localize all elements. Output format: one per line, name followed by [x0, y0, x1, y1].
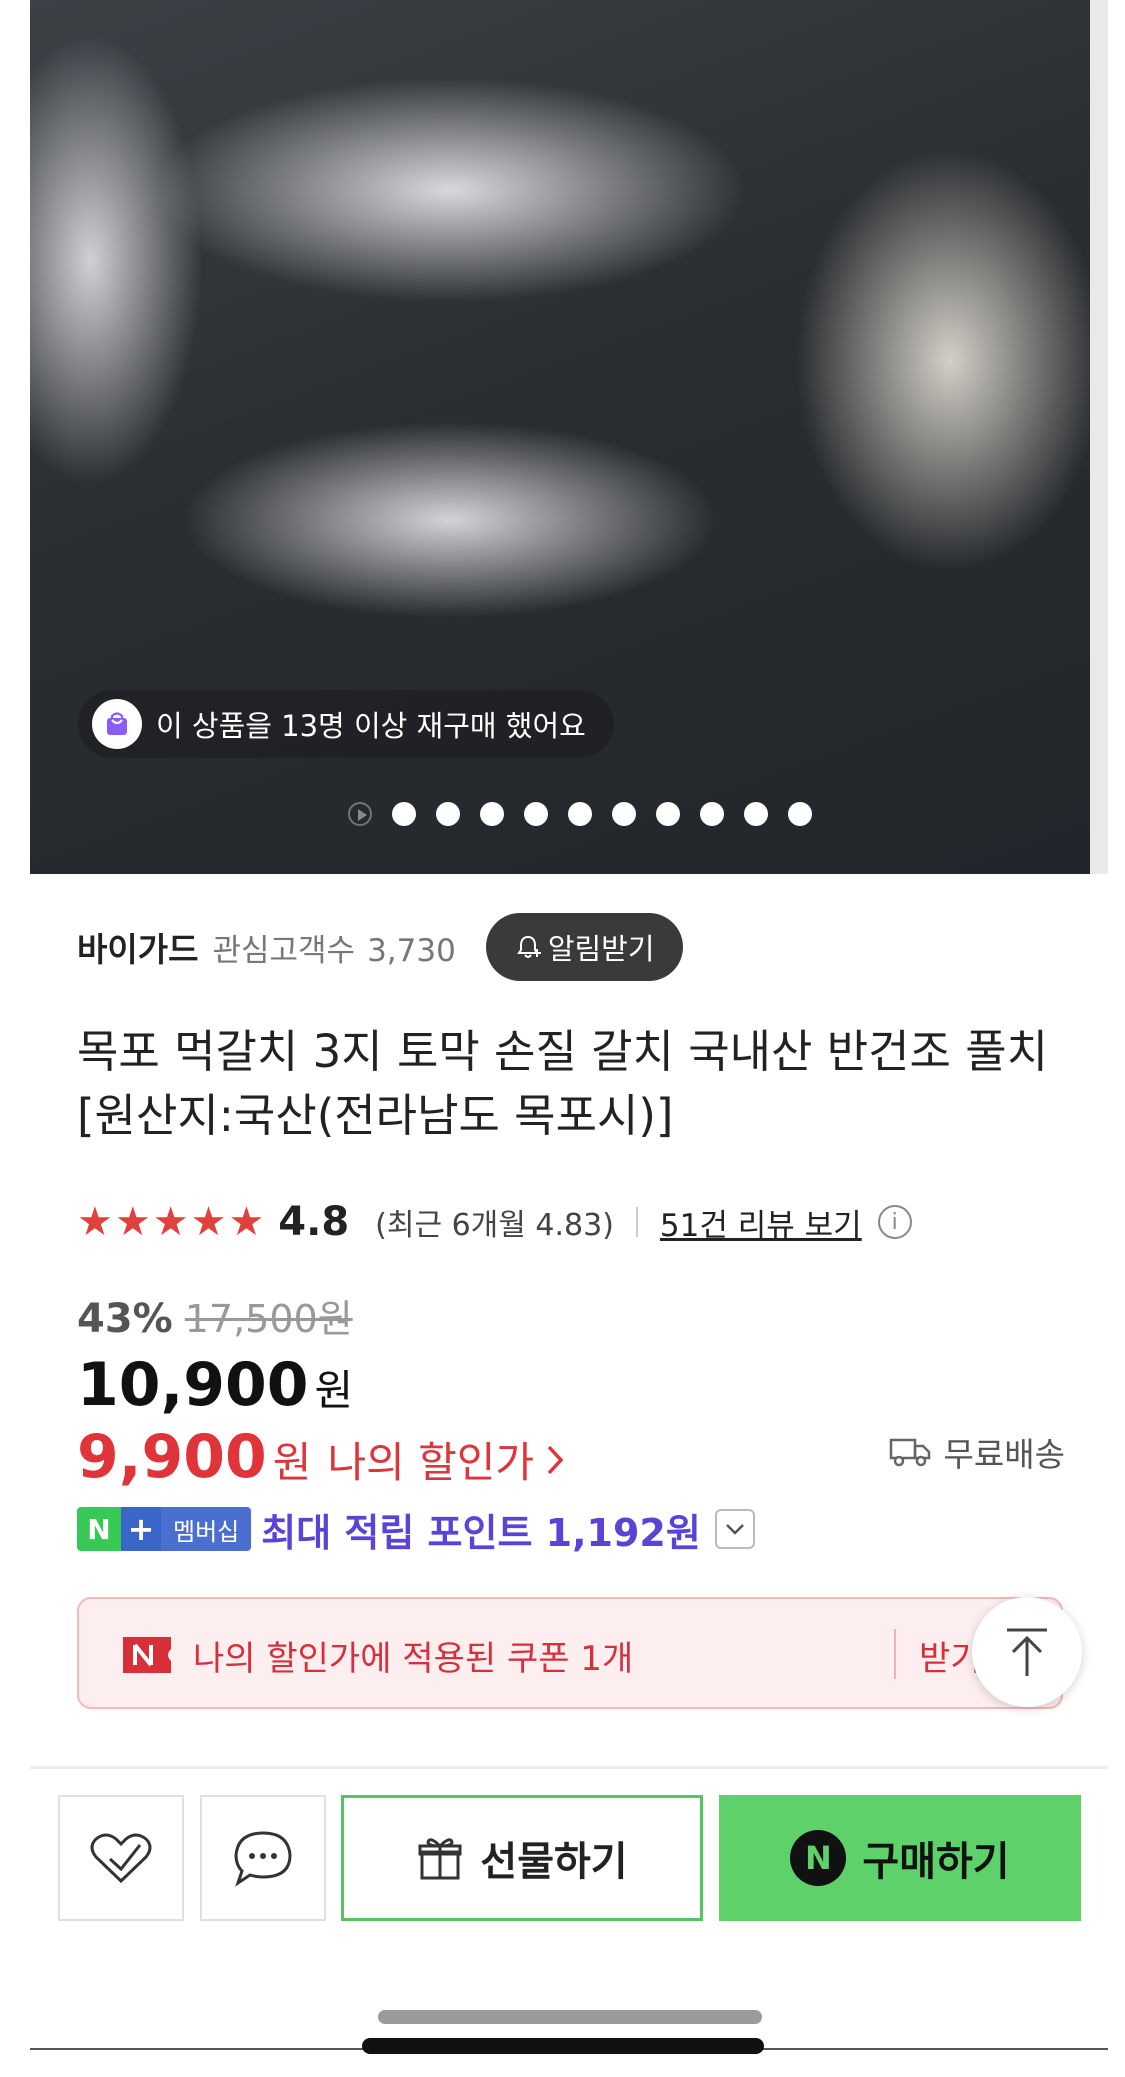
divider — [635, 1207, 638, 1237]
scroll-top-button[interactable] — [972, 1597, 1082, 1707]
repurchase-text: 이 상품을 13명 이상 재구매 했어요 — [156, 709, 586, 743]
wishlist-button[interactable] — [58, 1795, 184, 1921]
review-link[interactable]: 51건 리뷰 보기 — [660, 1200, 862, 1245]
store-row: 바이가드 관심고객수 3,730 알림받기 — [77, 912, 683, 982]
heart-check-icon — [90, 1833, 152, 1884]
chevron-down-icon[interactable] — [714, 1509, 755, 1549]
shopping-bag-icon — [92, 699, 142, 749]
bell-plus-icon — [516, 935, 541, 958]
star-rating-icon: ★★★★★ — [77, 1199, 267, 1245]
currency-unit: 원 — [314, 1366, 354, 1415]
page-dot[interactable] — [700, 802, 724, 826]
page-dot[interactable] — [392, 802, 416, 826]
info-icon[interactable]: i — [877, 1205, 912, 1239]
store-name[interactable]: 바이가드 — [77, 923, 198, 971]
original-price: 17,500원 — [184, 1297, 353, 1341]
scroll-indicator — [378, 2010, 762, 2024]
repurchase-badge: 이 상품을 13명 이상 재구매 했어요 — [78, 690, 614, 758]
follower-info: 관심고객수 3,730 — [212, 925, 455, 970]
naver-coupon-icon — [123, 1637, 171, 1673]
rating-score: 4.8 — [278, 1199, 350, 1245]
sale-price: 10,900 — [77, 1350, 309, 1420]
notification-label: 알림받기 — [547, 934, 655, 966]
page-dot[interactable] — [524, 802, 548, 826]
talk-button[interactable] — [200, 1795, 326, 1921]
product-image[interactable]: 이 상품을 13명 이상 재구매 했어요 — [30, 0, 1108, 874]
gift-icon — [418, 1838, 462, 1880]
bottom-action-bar: 선물하기 N 구매하기 — [58, 1795, 1081, 1921]
naver-plus-membership-badge: N + 멤버십 — [77, 1507, 252, 1551]
buy-button[interactable]: N 구매하기 — [719, 1795, 1081, 1921]
notification-button[interactable]: 알림받기 — [485, 913, 683, 981]
page-dot[interactable] — [480, 802, 504, 826]
page-dot[interactable] — [656, 802, 680, 826]
my-price: 9,900 — [77, 1422, 267, 1492]
my-price-row[interactable]: 9,900 원 나의 할인가 — [77, 1422, 566, 1492]
product-title: 목포 먹갈치 3지 토막 손질 갈치 국내산 반건조 풀치 [원산지:국산(전라… — [77, 1025, 1049, 1142]
shipping-info: 무료배송 — [888, 1428, 1065, 1476]
truck-icon — [889, 1438, 930, 1467]
discount-percent: 43% — [77, 1296, 173, 1342]
arrow-up-icon — [1007, 1628, 1047, 1676]
chevron-right-icon — [544, 1438, 566, 1487]
section-divider — [30, 1766, 1108, 1769]
chat-bubble-icon — [234, 1831, 292, 1887]
naver-pay-logo: N — [790, 1830, 847, 1886]
divider — [894, 1629, 896, 1679]
rating-row: ★★★★★ 4.8 (최근 6개월 4.83) 51건 리뷰 보기 i — [77, 1192, 912, 1252]
coupon-text: 나의 할인가에 적용된 쿠폰 1개 — [193, 1639, 634, 1679]
follower-label: 관심고객수 — [212, 932, 356, 969]
video-play-icon[interactable] — [348, 802, 372, 826]
home-indicator[interactable] — [362, 2038, 764, 2054]
buy-label: 구매하기 — [862, 1839, 1010, 1885]
sale-price-row: 10,900 원 — [77, 1350, 353, 1420]
my-price-unit: 원 — [272, 1438, 312, 1487]
gift-button[interactable]: 선물하기 — [341, 1795, 703, 1921]
badge-plus: + — [121, 1507, 161, 1551]
recent-rating: (최근 6개월 4.83) — [375, 1208, 614, 1243]
page-dot[interactable] — [436, 802, 460, 826]
image-edge — [1090, 0, 1108, 874]
page-dot[interactable] — [744, 802, 768, 826]
badge-n: N — [77, 1507, 121, 1551]
membership-points-row[interactable]: N + 멤버십 최대 적립 포인트 1,192원 — [77, 1505, 755, 1555]
page-dot[interactable] — [788, 802, 812, 826]
follower-count: 3,730 — [367, 932, 456, 969]
page-dot[interactable] — [568, 802, 592, 826]
shipping-label: 무료배송 — [943, 1435, 1065, 1474]
badge-membership: 멤버십 — [161, 1507, 252, 1551]
coupon-banner[interactable]: 나의 할인가에 적용된 쿠폰 1개 받기 — [77, 1597, 1063, 1709]
page-dot[interactable] — [612, 802, 636, 826]
image-pagination[interactable] — [348, 802, 812, 826]
gift-label: 선물하기 — [480, 1839, 628, 1885]
max-points-text: 최대 적립 포인트 1,192원 — [261, 1510, 701, 1555]
discount-row: 43% 17,500원 — [77, 1288, 353, 1343]
my-price-label: 나의 할인가 — [327, 1438, 534, 1487]
